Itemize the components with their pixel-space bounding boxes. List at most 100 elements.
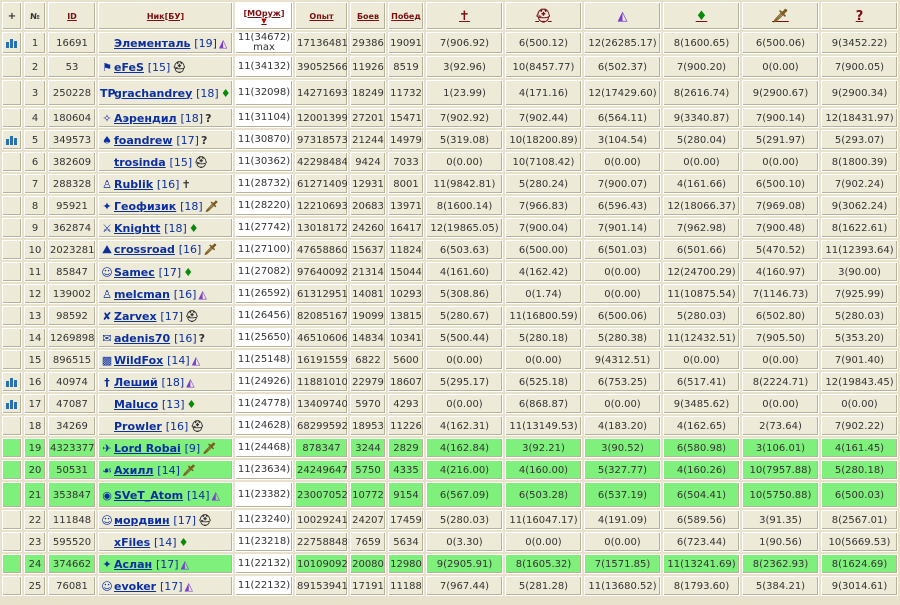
player-link[interactable]: Аслан <box>114 558 152 571</box>
stats-cell[interactable] <box>2 130 22 150</box>
class-stat: 0(0.00) <box>505 350 582 370</box>
class-stat: 7(925.99) <box>821 284 898 304</box>
player-link[interactable]: evoker <box>114 580 156 593</box>
player-level: [19] <box>194 36 217 50</box>
class-stat: 0(0.00) <box>821 394 898 414</box>
player-link[interactable]: melcman <box>114 288 170 301</box>
player-level: [17] <box>159 579 183 593</box>
max-weapon: 11(32098) <box>235 80 293 106</box>
player-link[interactable]: grachandrey <box>114 87 192 100</box>
sword-icon: 🗡 <box>202 441 217 455</box>
player-link[interactable]: Prowler <box>114 420 162 433</box>
max-weapon: 11(28220) <box>235 196 293 216</box>
header-nick[interactable]: Ник[БУ] <box>98 2 233 30</box>
player-link[interactable]: Ахилл <box>114 464 153 477</box>
class-stat: 8(1622.61) <box>821 218 898 238</box>
player-link[interactable]: Zarvex <box>114 310 157 323</box>
class-stat: 0(0.00) <box>426 394 503 414</box>
rank-number: 1 <box>24 32 46 54</box>
player-link[interactable]: foandrew <box>114 134 173 147</box>
stats-cell <box>2 306 22 326</box>
player-nick: ✈ Lord Robai [9] 🗡 <box>98 438 233 458</box>
wizard-hat-icon: ◭ <box>218 36 228 50</box>
player-link[interactable]: Lord Robai <box>114 442 181 455</box>
class-stat: 2(73.64) <box>742 416 819 436</box>
class-stat: 6(503.63) <box>426 240 503 260</box>
header-class-unknown[interactable]: ? <box>821 2 898 30</box>
player-link[interactable]: SVeT_Atom <box>114 489 183 502</box>
stats-cell <box>2 328 22 348</box>
header-id[interactable]: ID <box>48 2 96 30</box>
player-link[interactable]: мордвин <box>114 514 170 527</box>
player-link[interactable]: trosinda <box>114 156 166 169</box>
player-level: [18] <box>164 221 187 235</box>
stats-cell <box>2 174 22 194</box>
header-max-weapon[interactable]: [МОруж] ▼ <box>235 2 293 30</box>
player-nick: ♠ foandrew [17]? <box>98 130 233 150</box>
battles: 29386 <box>350 32 386 54</box>
player-link[interactable]: Rublik <box>114 178 153 191</box>
header-class-sword[interactable]: 🗡 <box>742 2 819 30</box>
header-battles[interactable]: Боев <box>350 2 386 30</box>
header-plus[interactable]: + <box>2 2 22 30</box>
clan-badge-icon: ⚑ <box>102 60 112 74</box>
player-link[interactable]: adenis70 <box>114 332 170 345</box>
experience: 878347 <box>295 438 348 458</box>
header-class-wizard[interactable]: ◭ <box>584 2 661 30</box>
player-link[interactable]: Леший <box>114 376 158 389</box>
player-link[interactable]: Maluco <box>114 398 158 411</box>
player-link[interactable]: Элементаль <box>114 37 190 50</box>
header-class-spark[interactable]: ♦ <box>663 2 740 30</box>
experience: 16191559 <box>295 350 348 370</box>
player-link[interactable]: crossroad <box>114 243 175 256</box>
stats-cell[interactable] <box>2 32 22 54</box>
stats-chart-icon[interactable] <box>4 135 20 145</box>
battles: 6822 <box>350 350 386 370</box>
experience: 22758848 <box>295 532 348 552</box>
player-link[interactable]: Knightt <box>114 222 160 235</box>
table-row: 2 53 ⚑ eFeS [15] ⛑ 11(34132) 39052566 11926 8519… <box>2 56 898 78</box>
stats-cell <box>2 350 22 370</box>
player-nick: ◉ SVeT_Atom [14] ◭ <box>98 482 233 508</box>
max-weapon-value: 11(31104) <box>237 112 291 123</box>
stats-cell[interactable] <box>2 372 22 392</box>
stats-chart-icon[interactable] <box>4 399 20 409</box>
header-experience[interactable]: Опыт <box>295 2 348 30</box>
player-link[interactable]: Samec <box>114 266 155 279</box>
max-weapon: 11(24468) <box>235 438 293 458</box>
class-stat: 6(500.06) <box>584 306 661 326</box>
max-weapon-value: 11(22132) <box>237 580 291 591</box>
header-class-cross[interactable]: ✝ <box>426 2 503 30</box>
class-stat: 0(0.00) <box>505 532 582 552</box>
class-stat: 0(0.00) <box>584 152 661 172</box>
player-nick: ▩ WildFox [14] ◭ <box>98 350 233 370</box>
max-weapon-value: 11(27742) <box>237 222 291 233</box>
max-weapon: 11(22132) <box>235 576 293 596</box>
player-nick: ☺evoker [17] ◭ <box>98 576 233 596</box>
class-stat: 4(162.65) <box>663 416 740 436</box>
rank-number: 11 <box>24 262 46 282</box>
player-id: 250228 <box>48 80 96 106</box>
stats-cell <box>2 460 22 480</box>
class-stat: 12(24700.29) <box>663 262 740 282</box>
rank-number: 13 <box>24 306 46 326</box>
player-link[interactable]: eFeS <box>114 61 144 74</box>
player-id: 180604 <box>48 108 96 128</box>
stats-cell <box>2 554 22 574</box>
stats-chart-icon[interactable] <box>4 38 20 48</box>
stats-chart-icon[interactable] <box>4 377 20 387</box>
stats-cell[interactable] <box>2 394 22 414</box>
header-wins[interactable]: Побед <box>388 2 424 30</box>
player-link[interactable]: Аэрендил <box>114 112 177 125</box>
header-class-helm[interactable]: ⛑ <box>505 2 582 30</box>
class-stat: 7(902.22) <box>821 416 898 436</box>
clan-badge-icon: ♙ <box>102 287 112 301</box>
rank-number: 16 <box>24 372 46 392</box>
player-link[interactable]: WildFox <box>114 354 163 367</box>
class-stat: 4(162.42) <box>505 262 582 282</box>
player-link[interactable]: Геофизик <box>114 200 176 213</box>
player-link[interactable]: xFiles <box>114 536 150 549</box>
class-stat: 6(500.12) <box>505 32 582 54</box>
clan-badge-icon: ✦ <box>102 199 112 213</box>
player-nick: † Леший [18] ◭ <box>98 372 233 392</box>
